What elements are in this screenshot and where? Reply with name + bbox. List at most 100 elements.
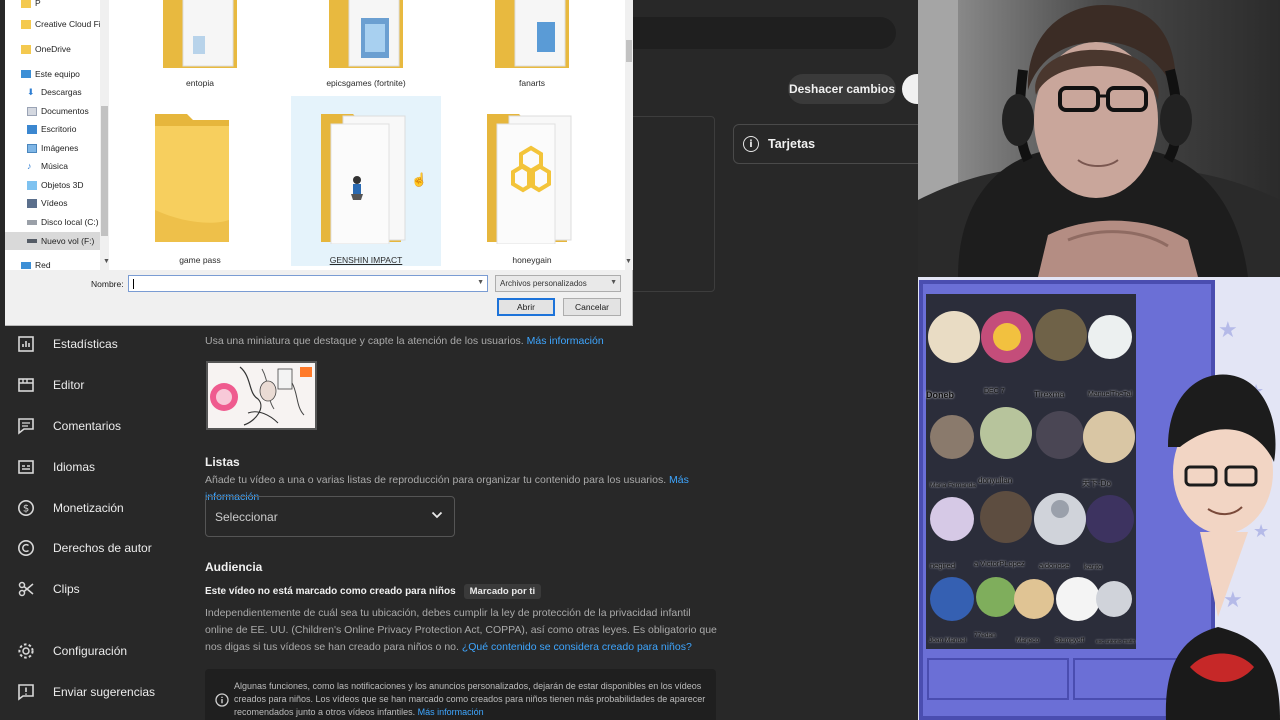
sidebar-item-monetization[interactable]: $ Monetización: [0, 490, 186, 526]
sidebar-item-clips[interactable]: Clips: [0, 571, 186, 607]
audience-description: Independientemente de cuál sea tu ubicac…: [205, 605, 720, 656]
tree-item[interactable]: Creative Cloud Fil: [21, 15, 103, 33]
folder-label: fanarts: [519, 78, 545, 88]
viewer-name: Maria Fernanda: [930, 482, 976, 489]
sidebar-item-copyright[interactable]: Derechos de autor: [0, 530, 186, 566]
chevron-down-icon[interactable]: ▼: [625, 258, 632, 265]
feedback-icon: [17, 683, 35, 701]
folder-item[interactable]: epicsgames (fortnite): [291, 0, 441, 90]
viewer-name: negired: [930, 561, 956, 570]
scissors-icon: [17, 580, 35, 598]
viewer-name: 77edan: [974, 632, 996, 639]
viewer-name: Marjeco: [1016, 637, 1040, 644]
folder-label: honeygain: [512, 255, 552, 265]
copyright-icon: [17, 539, 35, 557]
file-list-scrollbar-thumb[interactable]: [626, 40, 632, 62]
made-by-you-badge: Marcado por ti: [463, 584, 542, 599]
sidebar-item-feedback[interactable]: Enviar sugerencias: [0, 674, 186, 710]
audience-title: Audiencia: [205, 560, 263, 574]
viewer-name: karito: [1084, 562, 1103, 571]
viewer-name: DEC 7: [984, 388, 1005, 395]
folder-item[interactable]: entopia: [125, 0, 275, 90]
video-thumbnail[interactable]: [206, 361, 317, 430]
cancel-button[interactable]: Cancelar: [563, 298, 621, 316]
chevron-down-icon[interactable]: ▼: [477, 279, 484, 286]
search-bar[interactable]: [600, 17, 896, 49]
svg-text:★: ★: [1218, 318, 1238, 343]
tree-item[interactable]: Objetos 3D: [27, 176, 84, 194]
chevron-down-icon: ▼: [610, 279, 617, 286]
folder-item[interactable]: honeygain: [457, 96, 607, 266]
tree-item[interactable]: ⬇ Descargas: [27, 83, 82, 101]
drive-icon: [27, 239, 37, 243]
playlist-select[interactable]: Seleccionar: [205, 496, 455, 537]
objects3d-icon: [27, 180, 37, 190]
svg-text:★: ★: [1253, 521, 1269, 542]
folder-label: game pass: [179, 255, 221, 265]
tree-item[interactable]: Red: [21, 256, 51, 270]
tree-item[interactable]: Este equipo: [21, 65, 80, 83]
tree-item[interactable]: Vídeos: [27, 194, 67, 212]
folder-label: entopia: [186, 78, 214, 88]
tree-item[interactable]: Escritorio: [27, 120, 76, 138]
tree-item[interactable]: ♪ Música: [27, 157, 68, 175]
viewer-name: 天下-Do: [1082, 479, 1111, 488]
open-button[interactable]: Abrir: [497, 298, 555, 316]
tree-scrollbar-thumb[interactable]: [101, 106, 108, 236]
comments-icon: [17, 417, 35, 435]
tree-item[interactable]: Disco local (C:): [27, 213, 99, 231]
filename-input[interactable]: ▼: [128, 275, 488, 292]
folder-label: GENSHIN IMPACT: [329, 255, 403, 265]
kids-content-link[interactable]: ¿Qué contenido se considera creado para …: [462, 641, 692, 653]
playlist-select-label: Seleccionar: [215, 509, 278, 524]
webcam-image: [918, 0, 1280, 277]
network-icon: [21, 261, 31, 269]
thumbnail-more-info-link[interactable]: Más información: [527, 335, 604, 347]
audience-info-link[interactable]: Más información: [418, 707, 484, 717]
sidebar-item-label: Idiomas: [53, 460, 96, 474]
sidebar-item-comments[interactable]: Comentarios: [0, 408, 186, 444]
viewer-name: ManuelTheTal: [1088, 391, 1132, 398]
filename-label: Nombre:: [91, 279, 124, 289]
folder-item-selected[interactable]: ☝ GENSHIN IMPACT: [291, 96, 441, 266]
chevron-down-icon[interactable]: ▼: [103, 258, 110, 265]
folder-icon: [321, 114, 406, 244]
desktop-icon: [27, 124, 37, 134]
file-open-dialog: P Creative Cloud Fil OneDrive Este equip…: [5, 0, 633, 326]
undo-changes-button[interactable]: Deshacer cambios: [788, 74, 896, 104]
playlists-desc-text: Añade tu vídeo a una o varias listas de …: [205, 474, 667, 486]
drive-icon: [27, 219, 37, 225]
folder-icon: [21, 0, 31, 8]
cards-section[interactable]: i Tarjetas: [733, 124, 918, 164]
tree-item[interactable]: Documentos: [27, 102, 89, 120]
tree-item[interactable]: OneDrive: [21, 40, 71, 58]
stream-overlay-panel: ★ ★ ★ ★ ★ ★ Doneb DEC 7 Tirexma ManuelTh…: [918, 277, 1280, 720]
sidebar-item-settings[interactable]: Configuración: [0, 633, 186, 669]
overlay-graphic: ★ ★ ★ ★ ★ ★: [918, 277, 1280, 720]
file-type-select[interactable]: Archivos personalizados ▼: [495, 275, 621, 292]
tree-item[interactable]: Imágenes: [27, 139, 78, 157]
viewer-name: donyullan: [978, 476, 1013, 485]
sidebar-item-label: Derechos de autor: [53, 541, 152, 555]
folder-item[interactable]: fanarts: [457, 0, 607, 90]
tree-item-selected[interactable]: Nuevo vol (F:): [5, 232, 101, 250]
sidebar-item-label: Enviar sugerencias: [53, 685, 156, 699]
svg-text:$: $: [23, 504, 29, 515]
folder-item[interactable]: game pass: [125, 96, 275, 266]
gear-icon: [17, 642, 35, 660]
sidebar-item-editor[interactable]: Editor: [0, 367, 186, 403]
thumbnail-description: Usa una miniatura que destaque y capte l…: [205, 333, 705, 350]
save-button[interactable]: [902, 74, 918, 104]
tree-item[interactable]: P: [21, 0, 41, 12]
sidebar-item-languages[interactable]: Idiomas: [0, 449, 186, 485]
viewer-name: a VictorPLopez: [974, 559, 1025, 568]
audience-status: Este vídeo no está marcado como creado p…: [205, 584, 542, 599]
editor-icon: [17, 376, 35, 394]
sidebar-item-analytics[interactable]: Estadísticas: [0, 326, 186, 362]
subtitles-icon: [17, 458, 35, 476]
info-icon: i: [743, 136, 759, 152]
viewer-name: Tirexma: [1034, 389, 1065, 399]
audience-status-text: Este vídeo no está marcado como creado p…: [205, 586, 456, 597]
playlists-title: Listas: [205, 455, 240, 469]
folder-icon: [21, 44, 31, 54]
